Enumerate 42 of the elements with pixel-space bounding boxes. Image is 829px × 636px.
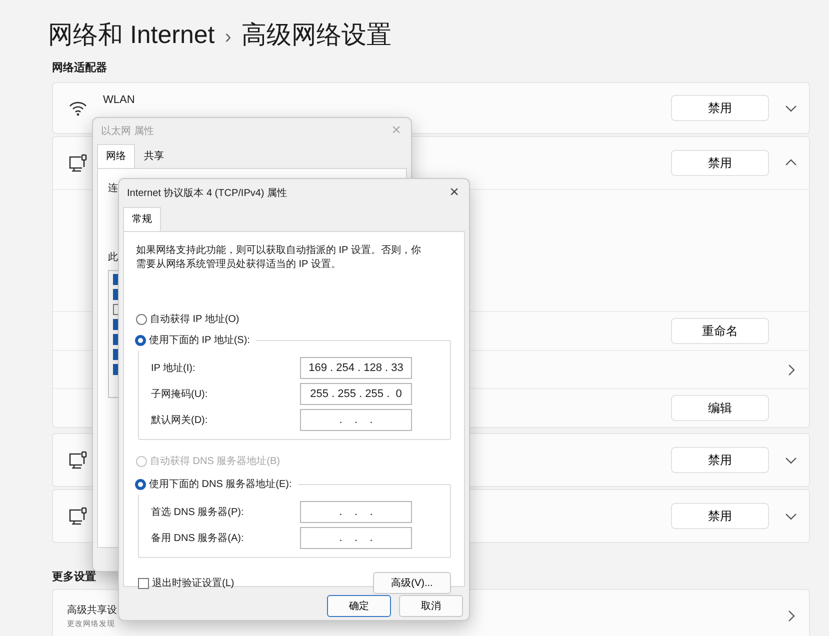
page-title: 高级网络设置 [241,20,392,51]
dialog-tab[interactable]: 常规 [123,207,161,231]
ip-address-field[interactable]: . . . [300,501,412,523]
dialog-title: Internet 协议版本 4 (TCP/IPv4) 属性 [127,186,288,200]
advanced-button[interactable]: 高级(V)... [373,572,451,594]
breadcrumb-link[interactable]: 网络和 Internet [48,18,215,52]
dialog-title: 以太网 属性 [101,124,154,138]
section-heading: 网络适配器 [52,60,107,76]
ip-address-field[interactable]: . . . [300,527,412,549]
action-button[interactable]: 重命名 [671,318,769,344]
setting-title: 高级共享设 [67,604,117,618]
cancel-button[interactable]: 取消 [399,595,463,617]
field-label: 备用 DNS 服务器(A): [151,532,244,546]
breadcrumb-separator: › [224,25,232,50]
checkbox-option[interactable]: 退出时验证设置(L) [138,576,234,590]
ip-address-field[interactable]: 255 . 255 . 255 . 0 [300,383,412,405]
radio-option[interactable]: 使用下面的 IP 地址(S): [135,333,250,348]
radio-option[interactable]: 使用下面的 DNS 服务器地址(E): [135,477,292,492]
radio-option[interactable]: 自动获得 IP 地址(O) [136,312,240,327]
computer-icon [67,152,89,174]
dialog-tab[interactable]: 共享 [135,144,173,168]
disable-button[interactable]: 禁用 [671,95,769,121]
dialog-tab[interactable]: 网络 [97,144,135,168]
disable-button[interactable]: 禁用 [671,503,769,529]
ok-button[interactable]: 确定 [327,595,391,617]
field-label: 子网掩码(U): [151,388,208,402]
computer-icon [67,505,89,527]
field-label: 默认网关(D): [151,414,208,428]
field-label: IP 地址(I): [151,362,196,376]
ip-address-field[interactable]: 169 . 254 . 128 . 33 [300,357,412,379]
adapter-name: WLAN [103,92,136,108]
field-label: 连 [108,182,118,196]
section-heading: 更多设置 [52,570,96,585]
close-button[interactable]: × [450,185,459,201]
action-button[interactable]: 编辑 [671,395,769,421]
list-label: 此 [108,250,118,265]
ip-address-field[interactable]: . . . [300,409,412,431]
computer-icon [67,449,89,471]
disable-button[interactable]: 禁用 [671,447,769,473]
description-text: 如果网络支持此功能，则可以获取自动指派的 IP 设置。否则，你需要从网络系统管理员处获得适当的 IP 设置。 [135,244,422,272]
disable-button[interactable]: 禁用 [671,150,769,176]
field-label: 首选 DNS 服务器(P): [151,506,244,520]
